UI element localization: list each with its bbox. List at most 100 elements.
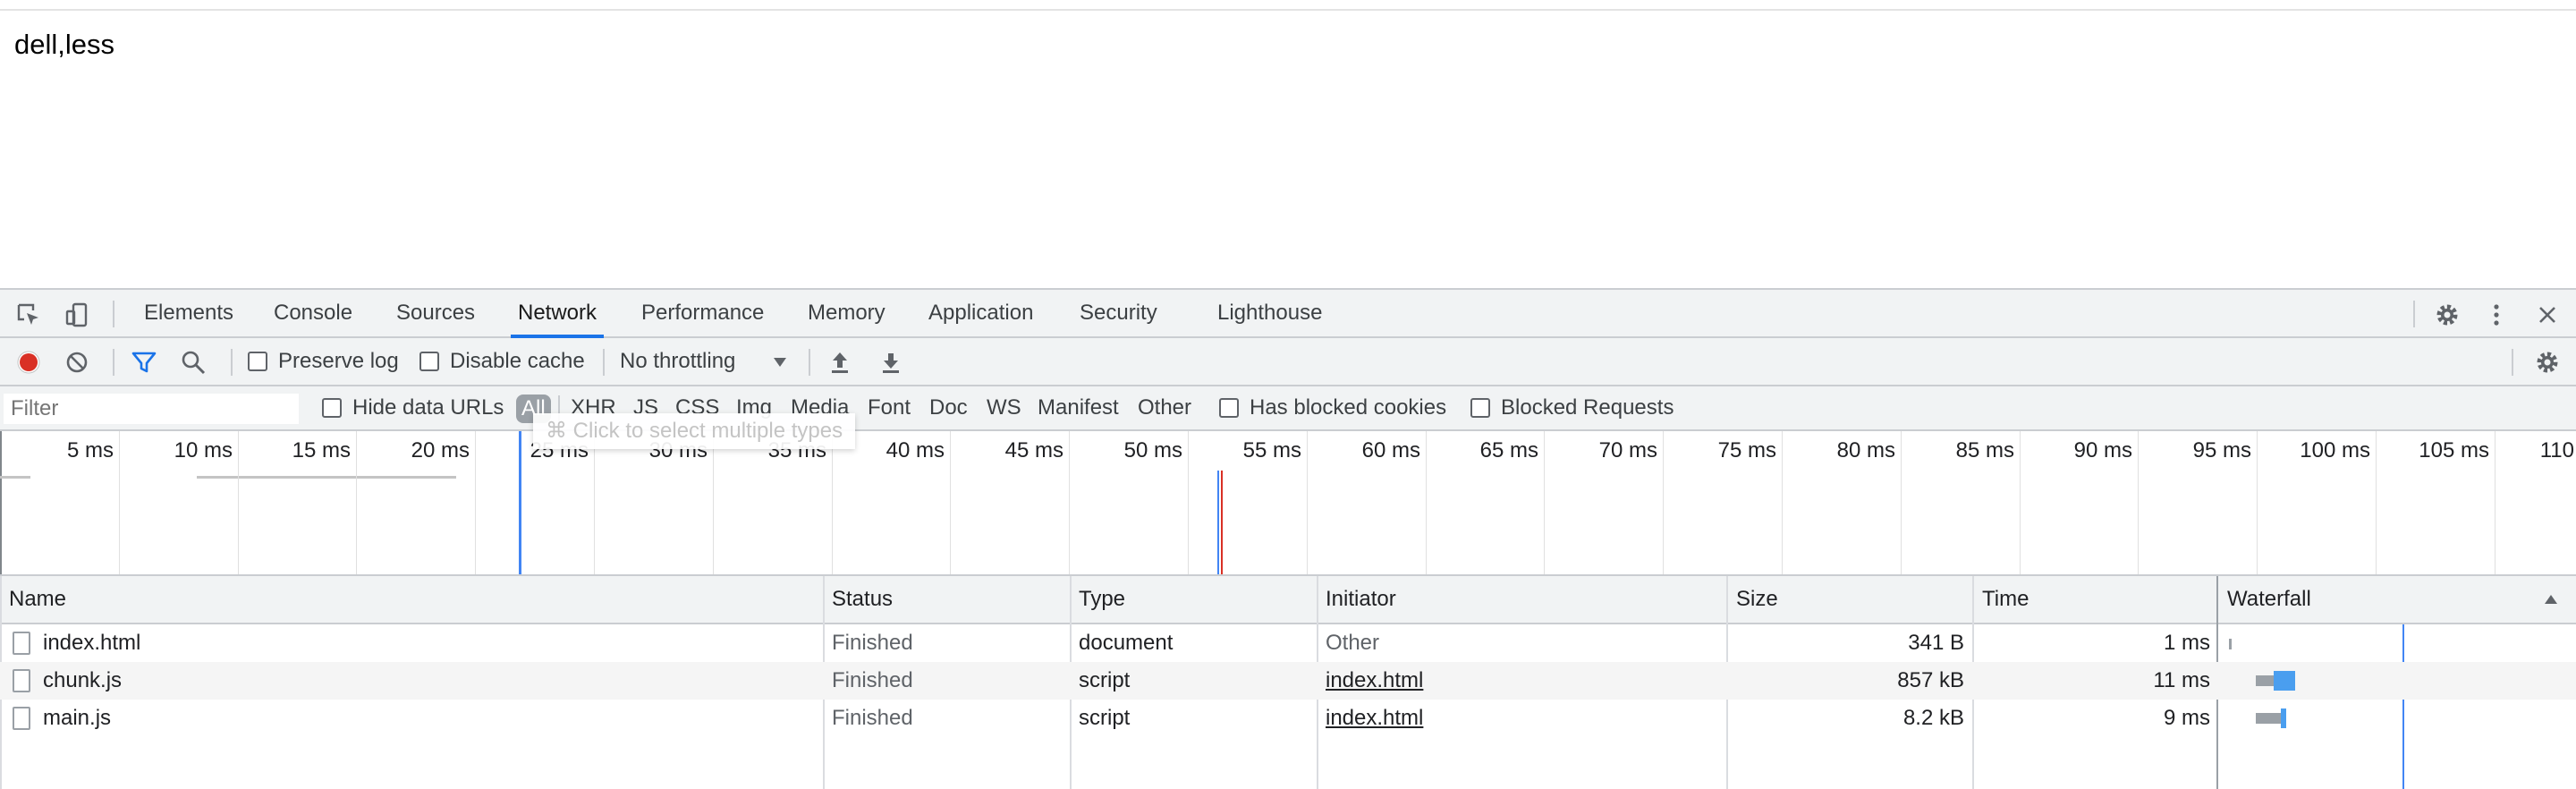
row-initiator-link[interactable]: index.html [1326, 662, 1423, 700]
column-header-waterfall[interactable]: Waterfall [2218, 576, 2311, 623]
overview-tick-label: 105 ms [2419, 438, 2489, 462]
device-toolbar-icon[interactable] [63, 301, 91, 329]
overview-gridline [238, 431, 239, 574]
hide-data-urls-checkbox[interactable] [322, 398, 342, 418]
overview-gridline [1663, 431, 1664, 574]
filter-funnel-icon[interactable] [130, 348, 158, 377]
overview-tick-label: 15 ms [292, 438, 351, 462]
filter-bar: Hide data URLs All XHR JS CSS Img Media … [0, 386, 2576, 449]
overview-bar-1 [0, 476, 30, 479]
row-initiator: Other [1326, 631, 1380, 655]
filter-type-ws[interactable]: WS [987, 386, 1021, 429]
tab-memory[interactable]: Memory [808, 290, 886, 336]
table-row[interactable]: chunk.js Finished script index.html 857 … [0, 662, 2576, 700]
disable-cache-checkbox[interactable] [419, 352, 439, 371]
table-header: Name Status Type Initiator Size Time Wat… [0, 576, 2576, 624]
import-har-icon[interactable] [826, 348, 854, 377]
clear-icon[interactable] [63, 348, 91, 377]
tab-network[interactable]: Network [510, 290, 605, 338]
overview-gridline [1307, 431, 1308, 574]
toolbar-separator-4 [809, 349, 810, 376]
search-icon[interactable] [179, 348, 208, 377]
disable-cache-label[interactable]: Disable cache [450, 338, 585, 385]
row-name[interactable]: main.js [43, 700, 111, 737]
filter-type-other[interactable]: Other [1138, 386, 1191, 429]
overview-tick-label: 40 ms [886, 438, 945, 462]
blocked-requests-label[interactable]: Blocked Requests [1501, 386, 1674, 429]
tab-security[interactable]: Security [1080, 290, 1157, 336]
devtools-panel: Elements Console Sources Network Perform… [0, 288, 2576, 789]
close-devtools-icon[interactable] [2533, 301, 2562, 329]
overview-gridline [713, 431, 714, 574]
row-type: document [1079, 631, 1174, 655]
column-header-initiator[interactable]: Initiator [1317, 576, 1396, 623]
overview-gridline [2257, 431, 2258, 574]
row-name[interactable]: index.html [43, 624, 140, 662]
table-row[interactable]: index.html Finished document Other 341 B… [0, 624, 2576, 662]
row-initiator-link[interactable]: index.html [1326, 700, 1423, 737]
tabbar-right-separator [2413, 301, 2415, 327]
row-name[interactable]: chunk.js [43, 662, 122, 700]
column-header-name[interactable]: Name [0, 576, 66, 623]
table-row[interactable]: main.js Finished script index.html 8.2 k… [0, 700, 2576, 737]
chevron-down-icon[interactable] [766, 348, 794, 377]
overview-tick-label: 50 ms [1123, 438, 1182, 462]
tabbar-separator [113, 301, 114, 327]
network-settings-gear-icon[interactable] [2533, 348, 2562, 377]
has-blocked-cookies-checkbox[interactable] [1219, 398, 1239, 418]
tab-lighthouse[interactable]: Lighthouse [1217, 290, 1322, 336]
column-header-time[interactable]: Time [1973, 576, 2029, 623]
export-har-icon[interactable] [877, 348, 905, 377]
overview-tick-label: 60 ms [1361, 438, 1420, 462]
column-header-type[interactable]: Type [1070, 576, 1125, 623]
tab-performance[interactable]: Performance [641, 290, 764, 336]
overview-gridline [2495, 431, 2496, 574]
overview-tick-label: 10 ms [174, 438, 233, 462]
toolbar-separator [113, 349, 114, 376]
filter-type-font[interactable]: Font [868, 386, 911, 429]
throttling-select[interactable]: No throttling [620, 338, 735, 385]
overview-tick-label: 110 [2539, 438, 2574, 462]
overview-gridline [1544, 431, 1545, 574]
sort-ascending-icon[interactable] [2537, 585, 2565, 614]
more-options-icon[interactable] [2482, 301, 2511, 329]
waterfall-bar [2229, 639, 2232, 649]
overview-tick-label: 55 ms [1242, 438, 1301, 462]
inspect-element-icon[interactable] [14, 301, 43, 329]
tab-elements[interactable]: Elements [144, 290, 233, 336]
overview-bar-2 [197, 476, 456, 479]
overview-gridline [475, 431, 476, 574]
tab-application[interactable]: Application [928, 290, 1033, 336]
record-icon[interactable] [14, 348, 43, 377]
overview-gridline [1901, 431, 1902, 574]
network-toolbar: Preserve log Disable cache No throttling [0, 338, 2576, 386]
overview-gridline [2376, 431, 2377, 574]
hide-data-urls-label[interactable]: Hide data URLs [352, 386, 504, 429]
filter-type-manifest[interactable]: Manifest [1038, 386, 1119, 429]
overview-gridline [1188, 431, 1189, 574]
overview-tick-label: 95 ms [2192, 438, 2251, 462]
overview-tick-label: 70 ms [1598, 438, 1657, 462]
overview-gridline [2138, 431, 2139, 574]
tab-console[interactable]: Console [274, 290, 352, 336]
row-type: script [1079, 706, 1131, 730]
tab-sources[interactable]: Sources [396, 290, 475, 336]
has-blocked-cookies-label[interactable]: Has blocked cookies [1250, 386, 1446, 429]
toolbar-right-separator [2512, 349, 2513, 376]
overview-tick-label: 45 ms [1004, 438, 1063, 462]
column-header-size[interactable]: Size [1727, 576, 1778, 623]
row-size: 857 kB [1897, 668, 1964, 692]
column-header-status[interactable]: Status [823, 576, 893, 623]
overview-left-edge [0, 431, 2, 574]
overview-tick-label: 75 ms [1717, 438, 1776, 462]
blocked-requests-checkbox[interactable] [1470, 398, 1490, 418]
preserve-log-label[interactable]: Preserve log [278, 338, 399, 385]
filter-input[interactable] [4, 394, 299, 424]
overview-gridline [356, 431, 357, 574]
overview-tick-label: 85 ms [1955, 438, 2014, 462]
network-overview-timeline[interactable]: 5 ms 10 ms 15 ms 20 ms 25 ms 30 ms 35 ms 40 ms 4… [0, 431, 2576, 576]
settings-gear-icon[interactable] [2433, 301, 2462, 329]
preserve-log-checkbox[interactable] [248, 352, 267, 371]
filter-type-doc[interactable]: Doc [929, 386, 968, 429]
row-time: 11 ms [2153, 668, 2210, 692]
